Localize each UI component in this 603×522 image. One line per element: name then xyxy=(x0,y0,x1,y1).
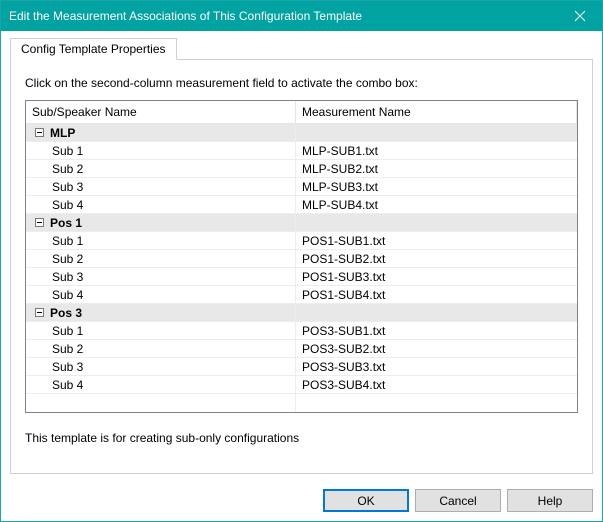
column-header-sub[interactable]: Sub/Speaker Name xyxy=(26,101,296,123)
group-measurement-cell xyxy=(296,124,577,141)
measurement-cell[interactable]: POS1-SUB4.txt xyxy=(296,286,577,303)
sub-name: Sub 1 xyxy=(52,144,83,158)
sub-name: Sub 2 xyxy=(52,162,83,176)
help-button[interactable]: Help xyxy=(507,489,593,512)
measurement-name: MLP-SUB4.txt xyxy=(302,198,378,212)
sub-name: Sub 2 xyxy=(52,342,83,356)
tab-strip: Config Template Properties xyxy=(10,37,593,59)
group-name: MLP xyxy=(50,126,75,140)
group-measurement-cell xyxy=(296,304,577,321)
table-row: Sub 3 POS3-SUB3.txt xyxy=(26,358,577,376)
measurement-cell[interactable]: POS3-SUB1.txt xyxy=(296,322,577,339)
window-title: Edit the Measurement Associations of Thi… xyxy=(9,9,557,23)
measurement-name: POS1-SUB3.txt xyxy=(302,270,385,284)
ok-button[interactable]: OK xyxy=(323,489,409,512)
sub-name-cell: Sub 2 xyxy=(26,250,296,267)
collapse-icon[interactable] xyxy=(32,306,46,320)
sub-name: Sub 3 xyxy=(52,360,83,374)
dialog-button-row: OK Cancel Help xyxy=(1,483,602,521)
sub-name: Sub 1 xyxy=(52,324,83,338)
group-name-cell: Pos 3 xyxy=(26,304,296,321)
group-name: Pos 1 xyxy=(50,216,82,230)
table-row: Sub 3 MLP-SUB3.txt xyxy=(26,178,577,196)
group-name-cell: MLP xyxy=(26,124,296,141)
group-measurement-cell xyxy=(296,214,577,231)
sub-name-cell: Sub 3 xyxy=(26,358,296,375)
grid-body: MLPSub 1MLP-SUB1.txtSub 2MLP-SUB2.txtSub… xyxy=(26,124,577,412)
title-bar: Edit the Measurement Associations of Thi… xyxy=(1,1,602,31)
close-button[interactable] xyxy=(557,1,602,31)
sub-name: Sub 4 xyxy=(52,378,83,392)
measurement-cell[interactable]: MLP-SUB1.txt xyxy=(296,142,577,159)
table-row: Sub 1 MLP-SUB1.txt xyxy=(26,142,577,160)
sub-name: Sub 3 xyxy=(52,180,83,194)
measurement-name: POS3-SUB4.txt xyxy=(302,378,385,392)
footer-text: This template is for creating sub-only c… xyxy=(25,431,578,445)
sub-name-cell: Sub 3 xyxy=(26,178,296,195)
sub-name: Sub 2 xyxy=(52,252,83,266)
group-row[interactable]: MLP xyxy=(26,124,577,142)
group-row[interactable]: Pos 1 xyxy=(26,214,577,232)
table-row: Sub 2 POS1-SUB2.txt xyxy=(26,250,577,268)
sub-name: Sub 4 xyxy=(52,198,83,212)
measurement-cell[interactable]: POS3-SUB4.txt xyxy=(296,376,577,393)
table-row: Sub 1 POS3-SUB1.txt xyxy=(26,322,577,340)
measurement-cell[interactable]: POS1-SUB1.txt xyxy=(296,232,577,249)
collapse-icon[interactable] xyxy=(32,126,46,140)
sub-name: Sub 1 xyxy=(52,234,83,248)
sub-name-cell: Sub 4 xyxy=(26,196,296,213)
measurement-name: POS1-SUB4.txt xyxy=(302,288,385,302)
measurement-name: POS3-SUB1.txt xyxy=(302,324,385,338)
sub-name-cell: Sub 1 xyxy=(26,322,296,339)
table-row: Sub 2 MLP-SUB2.txt xyxy=(26,160,577,178)
measurement-cell[interactable]: MLP-SUB4.txt xyxy=(296,196,577,213)
sub-name-cell: Sub 2 xyxy=(26,340,296,357)
table-row: Sub 1 POS1-SUB1.txt xyxy=(26,232,577,250)
sub-name-cell: Sub 4 xyxy=(26,286,296,303)
close-icon xyxy=(575,11,585,21)
measurement-name: MLP-SUB3.txt xyxy=(302,180,378,194)
table-row: Sub 4 POS3-SUB4.txt xyxy=(26,376,577,394)
sub-name-cell: Sub 4 xyxy=(26,376,296,393)
table-row: Sub 3 POS1-SUB3.txt xyxy=(26,268,577,286)
measurement-cell[interactable]: MLP-SUB3.txt xyxy=(296,178,577,195)
measurement-grid: Sub/Speaker Name Measurement Name MLP Sub… xyxy=(25,100,578,413)
measurement-name: POS1-SUB2.txt xyxy=(302,252,385,266)
tab-config-template-properties[interactable]: Config Template Properties xyxy=(10,38,177,60)
collapse-icon[interactable] xyxy=(32,216,46,230)
grid-header-row: Sub/Speaker Name Measurement Name xyxy=(26,101,577,124)
table-row: Sub 4 MLP-SUB4.txt xyxy=(26,196,577,214)
sub-name-cell: Sub 1 xyxy=(26,232,296,249)
measurement-cell[interactable]: POS3-SUB3.txt xyxy=(296,358,577,375)
client-area: Config Template Properties Click on the … xyxy=(1,31,602,483)
tab-panel: Click on the second-column measurement f… xyxy=(10,59,593,474)
measurement-name: MLP-SUB2.txt xyxy=(302,162,378,176)
measurement-name: MLP-SUB1.txt xyxy=(302,144,378,158)
measurement-name: POS3-SUB3.txt xyxy=(302,360,385,374)
dialog-window: Edit the Measurement Associations of Thi… xyxy=(0,0,603,522)
measurement-cell[interactable]: POS1-SUB2.txt xyxy=(296,250,577,267)
cancel-button[interactable]: Cancel xyxy=(415,489,501,512)
sub-name: Sub 4 xyxy=(52,288,83,302)
sub-name-cell: Sub 1 xyxy=(26,142,296,159)
measurement-name: POS1-SUB1.txt xyxy=(302,234,385,248)
measurement-cell[interactable]: POS3-SUB2.txt xyxy=(296,340,577,357)
measurement-cell[interactable]: POS1-SUB3.txt xyxy=(296,268,577,285)
group-name-cell: Pos 1 xyxy=(26,214,296,231)
column-header-measurement[interactable]: Measurement Name xyxy=(296,101,577,123)
group-name: Pos 3 xyxy=(50,306,82,320)
instruction-text: Click on the second-column measurement f… xyxy=(25,76,578,90)
sub-name: Sub 3 xyxy=(52,270,83,284)
table-row: Sub 2 POS3-SUB2.txt xyxy=(26,340,577,358)
sub-name-cell: Sub 3 xyxy=(26,268,296,285)
group-row[interactable]: Pos 3 xyxy=(26,304,577,322)
empty-row xyxy=(26,394,577,412)
measurement-cell[interactable]: MLP-SUB2.txt xyxy=(296,160,577,177)
table-row: Sub 4 POS1-SUB4.txt xyxy=(26,286,577,304)
measurement-name: POS3-SUB2.txt xyxy=(302,342,385,356)
sub-name-cell: Sub 2 xyxy=(26,160,296,177)
